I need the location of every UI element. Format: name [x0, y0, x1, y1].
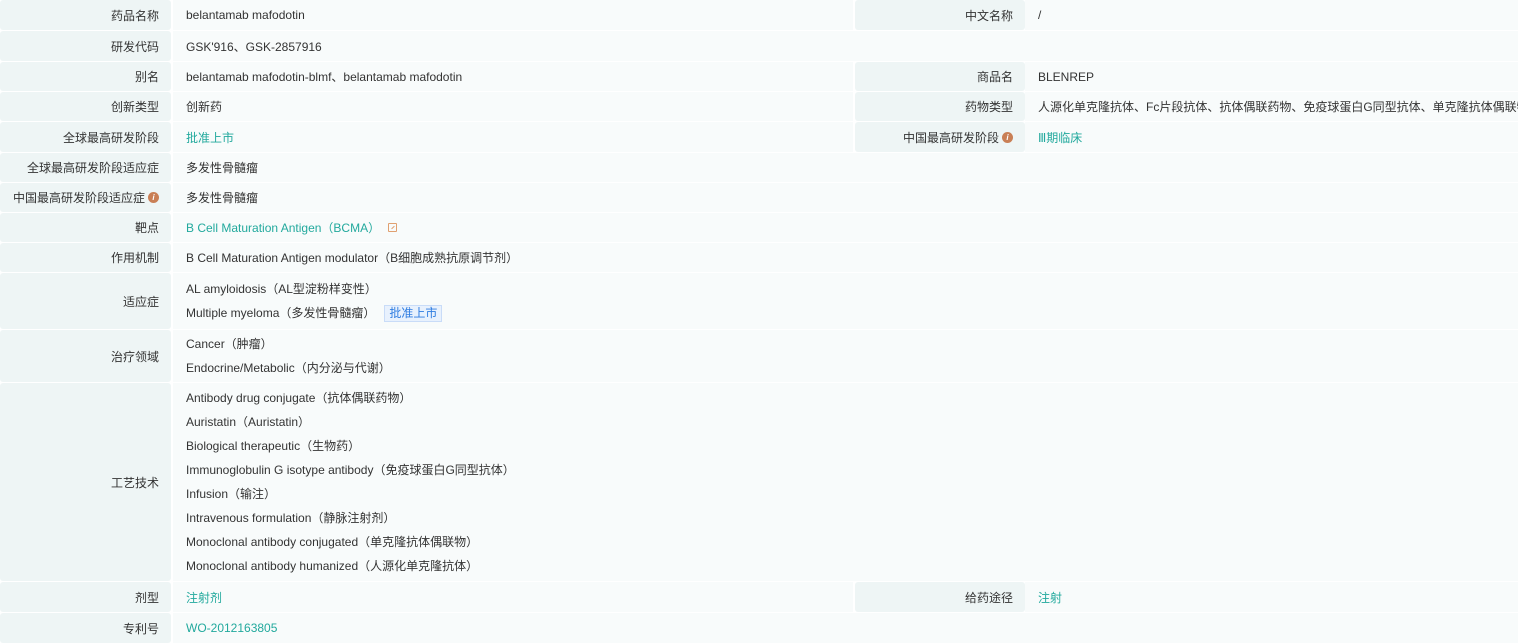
dosage-form-link[interactable]: 注射剂: [173, 582, 853, 612]
label: 商品名: [855, 62, 1025, 91]
global-indication-value: 多发性骨髓瘤: [173, 153, 1518, 182]
info-icon[interactable]: i: [1002, 131, 1013, 143]
row-alias: 别名 belantamab mafodotin-blmf、belantamab …: [0, 62, 1518, 91]
label: 别名: [0, 62, 171, 91]
external-link-icon[interactable]: [388, 223, 398, 232]
label: 创新类型: [0, 92, 171, 121]
list-item: Intravenous formulation（静脉注射剂）: [186, 511, 396, 525]
list-item: Antibody drug conjugate（抗体偶联药物）: [186, 391, 412, 405]
indication-text: Multiple myeloma（多发性骨髓瘤）: [186, 306, 376, 320]
list-item: Monoclonal antibody conjugated（单克隆抗体偶联物）: [186, 535, 479, 549]
code-value: GSK'916、GSK-2857916: [173, 31, 1518, 61]
row-mechanism: 作用机制 B Cell Maturation Antigen modulator…: [0, 243, 1518, 272]
list-item: Auristatin（Auristatin）: [186, 415, 311, 429]
row-innovation: 创新类型 创新药 药物类型 人源化单克隆抗体、Fc片段抗体、抗体偶联药物、免疫球…: [0, 92, 1518, 121]
list-item: AL amyloidosis（AL型淀粉样变性）: [186, 282, 377, 296]
label: 中国最高研发阶段适应症: [12, 191, 145, 205]
row-technology: 工艺技术 Antibody drug conjugate（抗体偶联药物） Auri…: [0, 383, 1518, 581]
label: 全球最高研发阶段适应症: [0, 153, 171, 182]
list-item: Cancer（肿瘤）: [186, 337, 273, 351]
row-global-indication: 全球最高研发阶段适应症 多发性骨髓瘤: [0, 153, 1518, 182]
cn-name-value: /: [1025, 0, 1518, 30]
row-code: 研发代码 GSK'916、GSK-2857916: [0, 31, 1518, 61]
china-indication-value: 多发性骨髓瘤: [173, 183, 1518, 212]
target-value: B Cell Maturation Antigen（BCMA）: [173, 213, 1518, 242]
list-item: Biological therapeutic（生物药）: [186, 439, 361, 453]
route-link[interactable]: 注射: [1025, 582, 1518, 612]
china-phase-link[interactable]: Ⅲ期临床: [1025, 122, 1518, 152]
alias-value: belantamab mafodotin-blmf、belantamab maf…: [173, 62, 853, 91]
label: 给药途径: [855, 582, 1025, 612]
label: 药品名称: [0, 0, 171, 30]
label: 中文名称: [855, 0, 1025, 30]
row-phase: 全球最高研发阶段 批准上市 中国最高研发阶段 i Ⅲ期临床: [0, 122, 1518, 152]
row-indications: 适应症 AL amyloidosis（AL型淀粉样变性） Multiple my…: [0, 273, 1518, 329]
mechanism-value: B Cell Maturation Antigen modulator（B细胞成…: [173, 243, 1518, 272]
drug-type-value: 人源化单克隆抗体、Fc片段抗体、抗体偶联药物、免疫球蛋白G同型抗体、单克隆抗体偶…: [1025, 92, 1518, 121]
list-item: Monoclonal antibody humanized（人源化单克隆抗体）: [186, 559, 479, 573]
status-badge: 批准上市: [384, 304, 443, 322]
label: 研发代码: [0, 31, 171, 61]
target-link[interactable]: B Cell Maturation Antigen（BCMA）: [186, 216, 380, 240]
label: 工艺技术: [0, 383, 171, 581]
global-phase-link[interactable]: 批准上市: [173, 122, 853, 152]
list-item: Immunoglobulin G isotype antibody（免疫球蛋白G…: [186, 463, 515, 477]
label-with-info: 中国最高研发阶段 i: [855, 122, 1025, 152]
list-item: Multiple myeloma（多发性骨髓瘤） 批准上市: [186, 301, 1518, 325]
technology-value: Antibody drug conjugate（抗体偶联药物） Auristati…: [173, 383, 1518, 581]
row-target: 靶点 B Cell Maturation Antigen（BCMA）: [0, 213, 1518, 242]
label: 药物类型: [855, 92, 1025, 121]
innovation-value: 创新药: [173, 92, 853, 121]
row-dosage: 剂型 注射剂 给药途径 注射: [0, 582, 1518, 612]
label: 作用机制: [0, 243, 171, 272]
drug-name-value: belantamab mafodotin: [173, 0, 853, 30]
label: 全球最高研发阶段: [0, 122, 171, 152]
row-drug-name: 药品名称 belantamab mafodotin 中文名称 /: [0, 0, 1518, 30]
trade-name-value: BLENREP: [1025, 62, 1518, 91]
label: 治疗领域: [0, 330, 171, 382]
label: 靶点: [0, 213, 171, 242]
info-icon[interactable]: i: [148, 192, 159, 203]
label: 适应症: [0, 273, 171, 329]
label: 专利号: [0, 613, 171, 643]
label: 剂型: [0, 582, 171, 612]
indications-value: AL amyloidosis（AL型淀粉样变性） Multiple myelom…: [173, 273, 1518, 329]
label: 中国最高研发阶段: [902, 130, 999, 145]
row-patent: 专利号 WO-2012163805: [0, 613, 1518, 643]
row-therapy-area: 治疗领域 Cancer（肿瘤） Endocrine/Metabolic（内分泌与代…: [0, 330, 1518, 382]
patent-link[interactable]: WO-2012163805: [173, 613, 1518, 643]
list-item: Infusion（输注）: [186, 487, 277, 501]
list-item: Endocrine/Metabolic（内分泌与代谢）: [186, 361, 391, 375]
therapy-area-value: Cancer（肿瘤） Endocrine/Metabolic（内分泌与代谢）: [173, 330, 1518, 382]
row-china-indication: 中国最高研发阶段适应症 i 多发性骨髓瘤: [0, 183, 1518, 212]
label-with-info: 中国最高研发阶段适应症 i: [0, 183, 171, 212]
